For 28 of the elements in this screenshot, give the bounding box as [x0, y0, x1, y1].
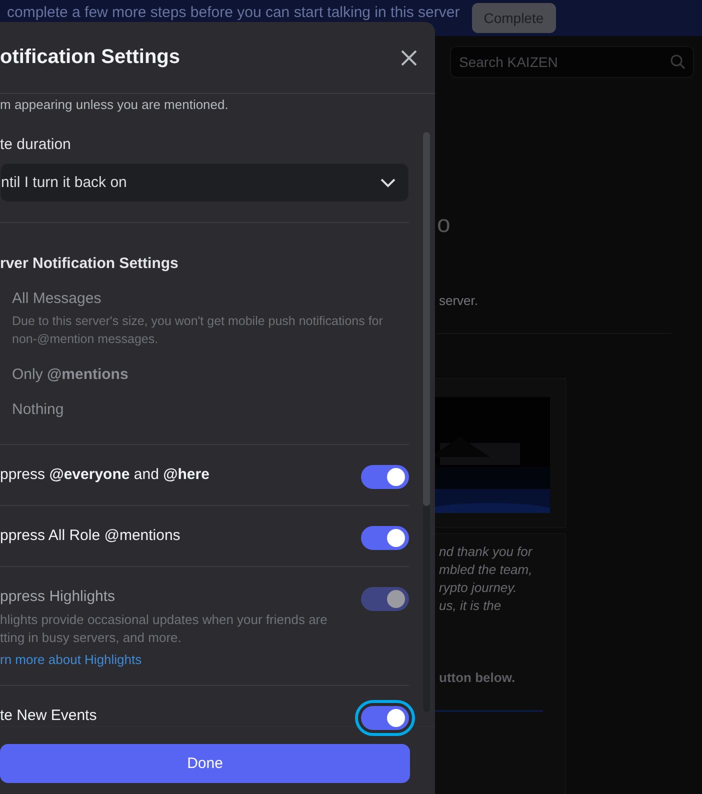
toggle-description: hlights provide occasional updates when your friends are tting in busy servers, and more.: [0, 611, 328, 647]
scrollbar-thumb[interactable]: [423, 132, 430, 506]
message-line: us, it is the: [439, 598, 502, 613]
chevron-icon: [380, 178, 396, 188]
section-heading: rver Notification Settings: [0, 255, 180, 272]
toggle-switch[interactable]: [361, 526, 409, 550]
banner-message: complete a few more steps before you can start talking in this server: [7, 5, 460, 21]
option-description: Due to this server's size, you won't get mobile push notifications for non-@mention messages.: [12, 313, 384, 348]
modal-title: otification Settings: [0, 46, 180, 69]
duration-dropdown[interactable]: ntil I turn it back on: [0, 163, 409, 202]
toggle-switch[interactable]: [361, 465, 409, 489]
welcome-heading: o: [437, 211, 450, 239]
field-label: te duration: [0, 136, 72, 153]
close-icon[interactable]: [401, 50, 417, 66]
toggle-label: ppress All Role @mentions: [0, 527, 180, 544]
message-line: rypto journey.: [439, 580, 517, 595]
toggle-switch[interactable]: [361, 706, 409, 730]
search-field[interactable]: Search KAIZEN: [450, 46, 694, 78]
modal-description: m appearing unless you are mentioned.: [0, 97, 230, 112]
search-icon: [670, 54, 686, 70]
toggle-label: ppress Highlights: [0, 588, 116, 605]
toggle-label: ppress @everyone and @here: [0, 466, 210, 483]
message-line: mbled the team,: [439, 562, 532, 577]
message-line: nd thank you for: [439, 544, 532, 559]
toggle-label: te New Events: [0, 707, 97, 724]
instruction-text: utton below.: [439, 670, 516, 685]
server-subtitle: server.: [439, 293, 478, 308]
done-button[interactable]: Done: [0, 744, 410, 783]
